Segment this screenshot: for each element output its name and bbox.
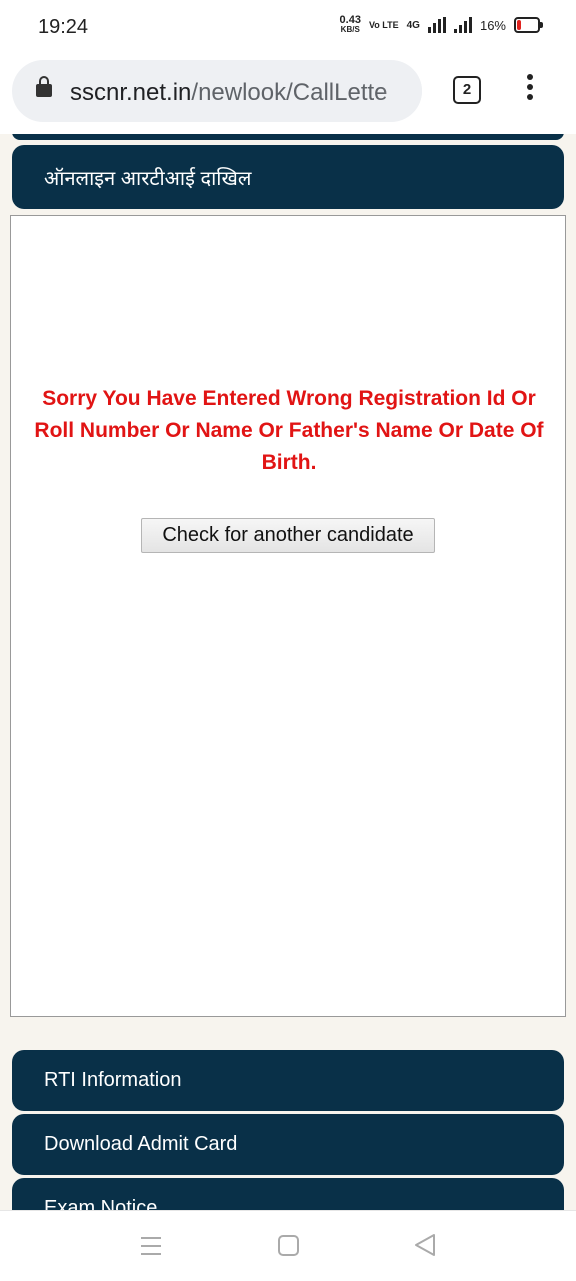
browser-toolbar: sscnr.net.in/newlook/CallLette 2 [0, 56, 576, 134]
nav-item-label: ऑनलाइन आरटीआई दाखिल [44, 168, 252, 190]
nav-item-download-admit-card[interactable]: Download Admit Card [12, 1114, 564, 1175]
nav-item-rti-information[interactable]: RTI Information [12, 1050, 564, 1111]
network-speed-value: 0.43 [339, 14, 361, 26]
volte-icon: Vo LTE [368, 19, 399, 30]
check-another-candidate-button[interactable]: Check for another candidate [141, 518, 435, 553]
more-vert-icon[interactable] [522, 74, 538, 104]
nav-strip-cutoff[interactable] [12, 134, 564, 140]
status-time: 19:24 [38, 16, 89, 38]
signal-icon [427, 17, 446, 33]
nav-item-label: Exam Notice [44, 1197, 158, 1210]
nav-item-online-rti[interactable]: ऑनलाइन आरटीआई दाखिल [12, 145, 564, 209]
url-path: /newlook/CallLette [191, 79, 388, 106]
nav-item-exam-notice[interactable]: Exam Notice [12, 1178, 564, 1210]
network-speed-unit: KB/S [340, 25, 360, 34]
network-type: 4G [406, 19, 420, 31]
lock-icon[interactable] [36, 76, 52, 97]
battery-percent: 16% [479, 17, 506, 33]
nav-item-label: Download Admit Card [44, 1133, 238, 1155]
signal-icon-2 [453, 17, 472, 33]
nav-item-label: RTI Information [44, 1069, 182, 1091]
result-frame: Sorry You Have Entered Wrong Registratio… [10, 215, 566, 1017]
tabs-icon[interactable]: 2 [453, 76, 481, 104]
page-content: ऑनलाइन आरटीआई दाखिल Sorry You Have Enter… [0, 134, 576, 1210]
system-nav-bar [0, 1210, 576, 1281]
url-domain: sscnr.net.in [70, 79, 192, 106]
url-fade [382, 60, 422, 122]
menu-icon[interactable] [141, 1237, 161, 1261]
url-text[interactable]: sscnr.net.in/newlook/CallLette [70, 79, 388, 107]
home-icon[interactable] [278, 1235, 299, 1256]
network-speed: 0.43 KB/S [339, 14, 361, 35]
address-bar[interactable]: sscnr.net.in/newlook/CallLette [12, 60, 422, 122]
status-bar: 19:24 0.43 KB/S Vo LTE 4G 16% [0, 0, 576, 56]
status-icons: 0.43 KB/S Vo LTE 4G 16% [339, 14, 543, 35]
battery-icon [514, 17, 543, 33]
error-message: Sorry You Have Entered Wrong Registratio… [34, 387, 544, 474]
